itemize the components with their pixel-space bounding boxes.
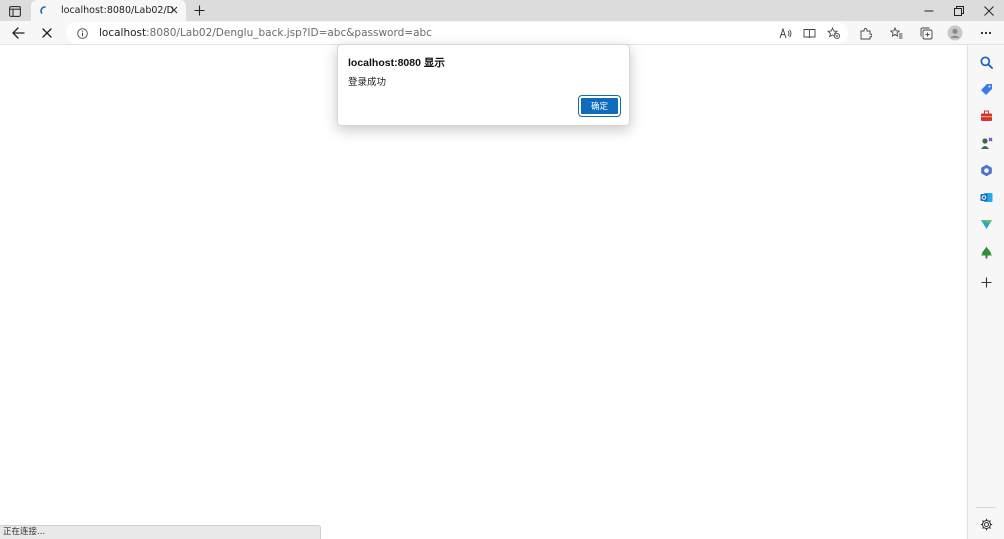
sidebar-add-button[interactable] (977, 273, 995, 291)
search-icon (979, 55, 993, 69)
close-icon (984, 5, 994, 16)
tab-close-icon[interactable] (167, 3, 181, 17)
status-bar: 正在连接... (0, 525, 321, 539)
restore-icon (954, 5, 964, 16)
more-button[interactable] (977, 24, 995, 42)
sidebar-drop-button[interactable] (977, 215, 995, 233)
sidebar-tree-button[interactable] (977, 243, 995, 261)
sidebar-games-button[interactable] (977, 134, 995, 152)
browser-tab[interactable]: localhost:8080/Lab02/Denglu_back.jsp?ID=… (31, 0, 186, 21)
window-controls (914, 0, 1004, 21)
close-window-button[interactable] (974, 0, 1004, 21)
info-icon[interactable] (74, 25, 90, 41)
url-host: localhost (99, 27, 147, 39)
address-actions (776, 24, 842, 42)
gear-icon (980, 518, 992, 530)
collections-icon (920, 27, 932, 39)
extensions-button[interactable] (856, 24, 874, 42)
tab-title: localhost:8080/Lab02/Denglu_back.jsp?ID=… (61, 5, 173, 16)
edge-sidebar (967, 45, 1004, 539)
minimize-button[interactable] (914, 0, 944, 21)
back-button[interactable] (9, 24, 27, 42)
collections-button[interactable] (917, 24, 935, 42)
stop-button[interactable] (38, 24, 56, 42)
browser-toolbar: localhost:8080/Lab02/Denglu_back.jsp?ID=… (0, 21, 1004, 45)
office-icon (980, 164, 992, 176)
sidebar-settings-button[interactable] (977, 515, 995, 533)
outlook-icon (980, 192, 992, 202)
plus-icon (194, 5, 205, 16)
new-tab-button[interactable] (191, 2, 208, 19)
add-icon (981, 277, 991, 287)
stop-loading-icon (42, 28, 52, 38)
immersive-reader-icon[interactable] (800, 24, 818, 42)
url-path: :8080/Lab02/Denglu_back.jsp?ID=abc&passw… (146, 27, 432, 39)
more-dots-icon (980, 31, 992, 35)
drop-icon (980, 220, 992, 229)
add-favorite-icon[interactable] (824, 24, 842, 42)
restore-button[interactable] (944, 0, 974, 21)
url-text[interactable]: localhost:8080/Lab02/Denglu_back.jsp?ID=… (99, 27, 432, 39)
dialog-title: localhost:8080 显示 (348, 57, 445, 69)
read-aloud-icon[interactable] (776, 24, 794, 42)
sidebar-outlook-button[interactable] (977, 188, 995, 206)
alert-dialog: localhost:8080 显示 登录成功 确定 (337, 44, 630, 126)
shopping-tag-icon (980, 83, 992, 95)
minimize-icon (924, 10, 934, 11)
dialog-message: 登录成功 (348, 77, 387, 88)
sidebar-shopping-button[interactable] (977, 80, 995, 98)
sidebar-tools-button[interactable] (977, 107, 995, 125)
avatar-icon (947, 25, 963, 41)
sidebar-office-button[interactable] (977, 161, 995, 179)
favorites-button[interactable] (887, 24, 905, 42)
tree-icon (980, 246, 992, 258)
ok-button[interactable]: 确定 (578, 95, 621, 117)
sidebar-search-button[interactable] (977, 53, 995, 71)
address-bar[interactable]: localhost:8080/Lab02/Denglu_back.jsp?ID=… (66, 22, 848, 44)
profile-button[interactable] (946, 24, 964, 42)
tab-actions-icon[interactable] (6, 3, 24, 19)
favorites-icon (889, 27, 902, 39)
puzzle-icon (860, 27, 872, 39)
tab-strip: localhost:8080/Lab02/Denglu_back.jsp?ID=… (0, 0, 1004, 21)
games-icon (980, 137, 992, 149)
sidebar-divider (976, 507, 996, 508)
tools-icon (980, 110, 992, 121)
back-arrow-icon (11, 27, 25, 39)
loading-spinner-icon (37, 3, 53, 19)
